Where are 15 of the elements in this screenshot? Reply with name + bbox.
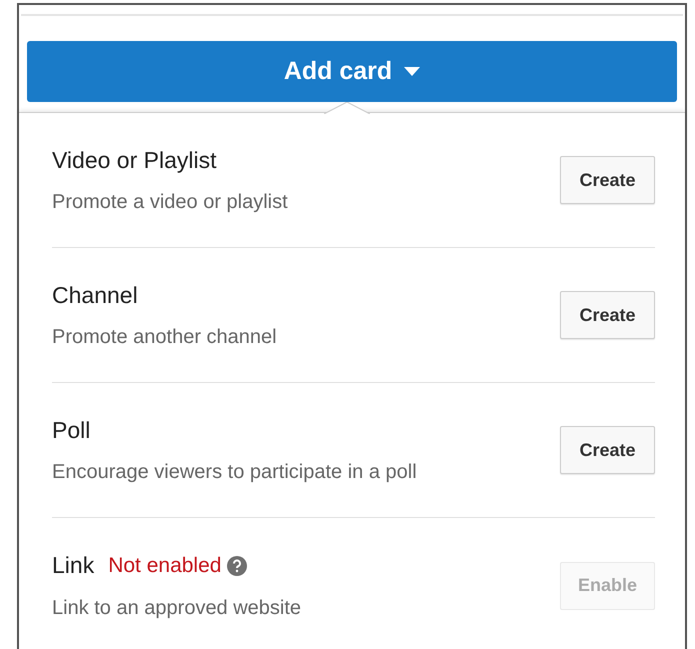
create-button[interactable]: Create	[560, 426, 655, 474]
option-title: Link	[52, 551, 94, 580]
create-button[interactable]: Create	[560, 156, 655, 204]
option-description: Link to an approved website	[52, 596, 302, 621]
option-description: Promote a video or playlist	[52, 190, 288, 216]
caret-icon	[404, 67, 420, 76]
option-title: Video or Playlist	[52, 146, 216, 175]
status-label: Not enabled	[108, 552, 222, 579]
option-description: Encourage viewers to participate in a poll	[52, 460, 417, 486]
create-button[interactable]: Create	[560, 291, 655, 339]
add-card-button[interactable]: Add card	[27, 41, 677, 102]
option-title: Poll	[52, 416, 90, 445]
help-icon[interactable]	[227, 556, 248, 576]
option-title: Channel	[52, 280, 138, 310]
option-description: Promote another channel	[52, 325, 277, 350]
